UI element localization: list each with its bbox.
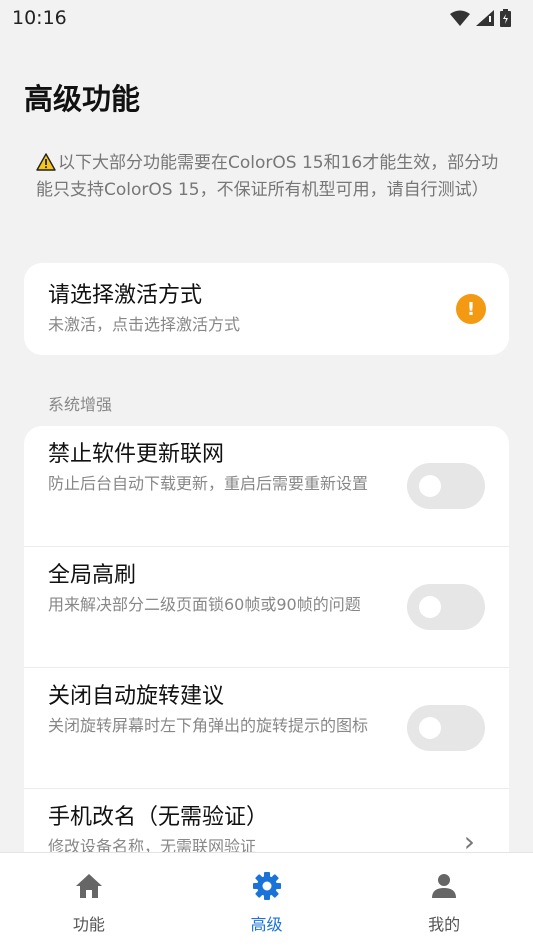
signal-icon <box>476 10 494 26</box>
setting-title: 全局高刷 <box>48 563 137 588</box>
activation-card[interactable]: 请选择激活方式 未激活，点击选择激活方式 ! <box>24 263 509 355</box>
activation-subtitle: 未激活，点击选择激活方式 <box>48 315 241 334</box>
alert-icon: ! <box>456 294 486 324</box>
home-icon <box>74 871 104 901</box>
high-refresh-toggle[interactable] <box>407 584 485 630</box>
page-title: 高级功能 <box>24 82 141 116</box>
setting-title: 禁止软件更新联网 <box>48 442 225 467</box>
toggle-knob <box>419 596 441 618</box>
setting-row-block-update[interactable]: 禁止软件更新联网 防止后台自动下载更新，重启后需要重新设置 <box>24 426 509 547</box>
battery-icon <box>500 9 511 27</box>
nav-item-advanced[interactable]: 高级 <box>178 853 356 948</box>
setting-title: 关闭自动旋转建议 <box>48 684 225 709</box>
toggle-knob <box>419 717 441 739</box>
status-time: 10:16 <box>12 7 67 29</box>
notice-text: 以下大部分功能需要在ColorOS 15和16才能生效，部分功能只支持Color… <box>36 150 506 204</box>
setting-title: 手机改名（无需验证） <box>48 805 269 830</box>
wifi-icon <box>450 10 470 26</box>
rotation-hint-toggle[interactable] <box>407 705 485 751</box>
nav-item-features[interactable]: 功能 <box>0 853 178 948</box>
nav-item-profile[interactable]: 我的 <box>355 853 533 948</box>
warning-icon <box>36 153 56 171</box>
block-update-toggle[interactable] <box>407 463 485 509</box>
activation-title: 请选择激活方式 <box>48 283 203 308</box>
setting-subtitle: 用来解决部分二级页面锁60帧或90帧的问题 <box>48 595 361 614</box>
person-icon <box>429 871 459 901</box>
notice-body: 以下大部分功能需要在ColorOS 15和16才能生效，部分功能只支持Color… <box>36 153 499 200</box>
nav-label: 我的 <box>428 915 461 934</box>
toggle-knob <box>419 475 441 497</box>
setting-row-rotation-hint[interactable]: 关闭自动旋转建议 关闭旋转屏幕时左下角弹出的旋转提示的图标 <box>24 668 509 789</box>
setting-subtitle: 关闭旋转屏幕时左下角弹出的旋转提示的图标 <box>48 716 369 735</box>
setting-row-high-refresh[interactable]: 全局高刷 用来解决部分二级页面锁60帧或90帧的问题 <box>24 547 509 668</box>
section-label: 系统增强 <box>48 395 113 414</box>
bottom-nav: 功能 高级 我的 <box>0 852 533 948</box>
status-bar: 10:16 <box>0 0 533 36</box>
nav-label: 高级 <box>250 915 283 934</box>
status-icons <box>450 9 511 27</box>
settings-card: 禁止软件更新联网 防止后台自动下载更新，重启后需要重新设置 全局高刷 用来解决部… <box>24 426 509 886</box>
gear-icon <box>252 871 282 901</box>
setting-subtitle: 防止后台自动下载更新，重启后需要重新设置 <box>48 474 369 493</box>
nav-label: 功能 <box>72 915 105 934</box>
